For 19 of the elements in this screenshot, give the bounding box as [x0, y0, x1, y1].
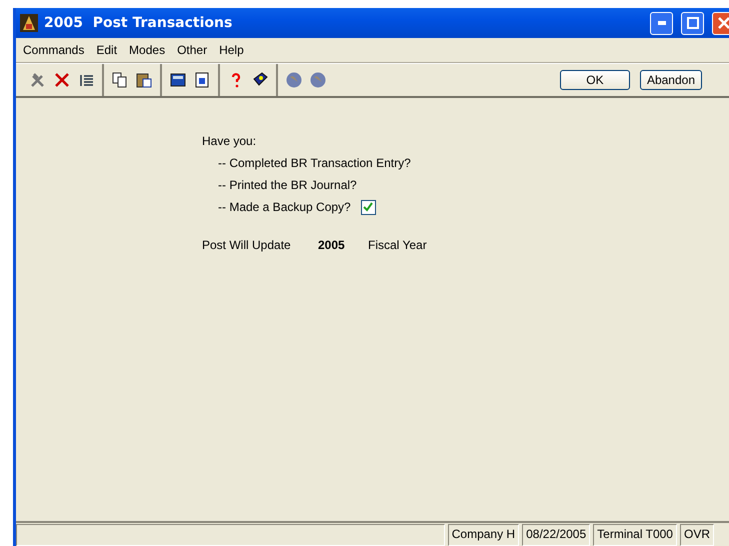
- status-panel: OVR: [680, 524, 714, 546]
- menu-item[interactable]: Other: [172, 41, 212, 59]
- checklist-question: -- Made a Backup Copy?: [218, 200, 351, 214]
- checklist-question: -- Completed BR Transaction Entry?: [218, 156, 411, 170]
- menu-item[interactable]: Modes: [124, 41, 170, 59]
- fiscal-year: 2005: [318, 238, 346, 252]
- status-panel: Company H: [448, 524, 520, 546]
- update-label: Post Will Update: [202, 238, 292, 252]
- abandon-button[interactable]: Abandon: [640, 70, 702, 90]
- fiscal-year-label: Fiscal Year: [368, 238, 427, 252]
- checklist-question: -- Printed the BR Journal?: [218, 178, 357, 192]
- menu-item[interactable]: Commands: [18, 41, 90, 59]
- menu-item[interactable]: Help: [214, 41, 249, 59]
- menu-item[interactable]: Edit: [91, 41, 122, 59]
- ok-button[interactable]: OK: [560, 70, 630, 90]
- status-panel: 08/22/2005: [522, 524, 590, 546]
- window-title: 2005 Post Transactions: [44, 15, 234, 31]
- prompt-heading: Have you:: [202, 134, 256, 148]
- status-panel: Terminal T000: [593, 524, 677, 546]
